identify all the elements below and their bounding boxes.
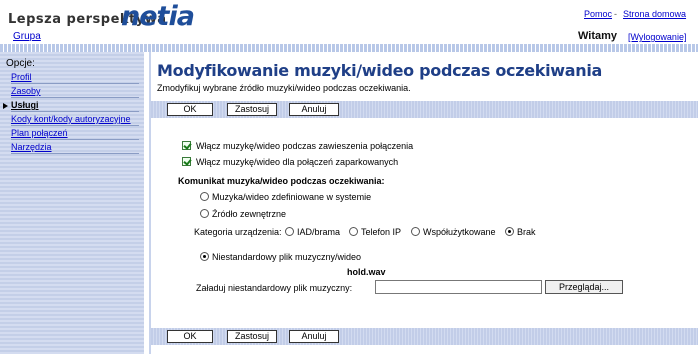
device-ip-phone-radio[interactable] [349,227,358,236]
system-source-radio[interactable] [200,192,209,201]
sidebar-item-label[interactable]: Narzędzia [11,142,139,152]
welcome-text: Witamy [578,30,618,42]
sidebar-title: Opcje: [6,58,35,69]
sidebar-item-services[interactable]: Usługi [11,100,139,112]
sidebar-item-label[interactable]: Profil [11,72,139,82]
cancel-button[interactable]: Anuluj [289,330,339,343]
current-file-name: hold.wav [347,267,386,277]
sidebar-item-dial-plan[interactable]: Plan połączeń [11,128,139,140]
sidebar-item-account-codes[interactable]: Kody kont/kody autoryzacyjne [11,114,139,126]
header: Lepsza perspektywa netia Grupa Pomoc - S… [0,0,698,44]
help-link[interactable]: Pomoc [584,9,612,19]
link-separator: - [614,9,617,19]
bottom-button-bar: OK Zastosuj Anuluj [151,328,698,345]
apply-button[interactable]: Zastosuj [227,330,277,343]
sidebar-item-label[interactable]: Plan połączeń [11,128,139,138]
page-subtitle: Zmodyfikuj wybrane źródło muzyki/wideo p… [157,83,411,93]
upload-label: Załaduj niestandardowy plik muzyczny: [196,283,353,293]
ok-button[interactable]: OK [167,103,213,116]
device-iad-label: IAD/brama [297,227,341,237]
apply-button[interactable]: Zastosuj [227,103,277,116]
device-none-radio[interactable] [505,227,514,236]
main-content: Modyfikowanie muzyki/wideo podczas oczek… [149,52,698,354]
sidebar-item-tools[interactable]: Narzędzia [11,142,139,154]
device-none-label: Brak [517,227,536,237]
group-link[interactable]: Grupa [13,31,41,42]
top-divider-band [0,44,698,52]
page-title: Modyfikowanie muzyki/wideo podczas oczek… [157,61,603,80]
sidebar-item-label[interactable]: Kody kont/kody autoryzacyjne [11,114,139,124]
device-ip-phone-label: Telefon IP [361,227,402,237]
custom-file-label: Niestandardowy plik muzyczny/wideo [212,252,362,262]
device-shared-radio[interactable] [411,227,420,236]
ok-button[interactable]: OK [167,330,213,343]
enable-park-checkbox[interactable] [182,157,191,166]
netia-logo[interactable]: netia [121,1,195,32]
sidebar-item-label[interactable]: Usługi [11,100,139,110]
browse-button[interactable]: Przeglądaj... [545,280,623,294]
external-source-label: Źródło zewnętrzne [212,209,287,219]
device-category-label: Kategoria urządzenia: [194,227,282,237]
enable-hold-label: Włącz muzykę/wideo podczas zawieszenia p… [196,141,414,151]
sidebar-item-label[interactable]: Zasoby [11,86,139,96]
enable-park-label: Włącz muzykę/wideo dla połączeń zaparkow… [196,157,399,167]
device-iad-radio[interactable] [285,227,294,236]
announcement-label: Komunikat muzyka/wideo podczas oczekiwan… [178,176,385,186]
active-item-arrow-icon [3,103,8,109]
logout-link[interactable]: [Wylogowanie] [628,32,686,42]
home-page-link[interactable]: Strona domowa [623,9,686,19]
cancel-button[interactable]: Anuluj [289,103,339,116]
device-shared-label: Współużytkowane [423,227,496,237]
sidebar-item-profile[interactable]: Profil [11,72,139,84]
external-source-radio[interactable] [200,209,209,218]
sidebar-item-resources[interactable]: Zasoby [11,86,139,98]
upload-file-input[interactable] [375,280,542,294]
system-source-label: Muzyka/wideo zdefiniowane w systemie [212,192,372,202]
sidebar: Opcje: Profil Zasoby Usługi Kody kont/ko… [0,52,144,354]
custom-file-radio[interactable] [200,252,209,261]
enable-hold-checkbox[interactable] [182,141,191,150]
top-button-bar: OK Zastosuj Anuluj [151,101,698,118]
